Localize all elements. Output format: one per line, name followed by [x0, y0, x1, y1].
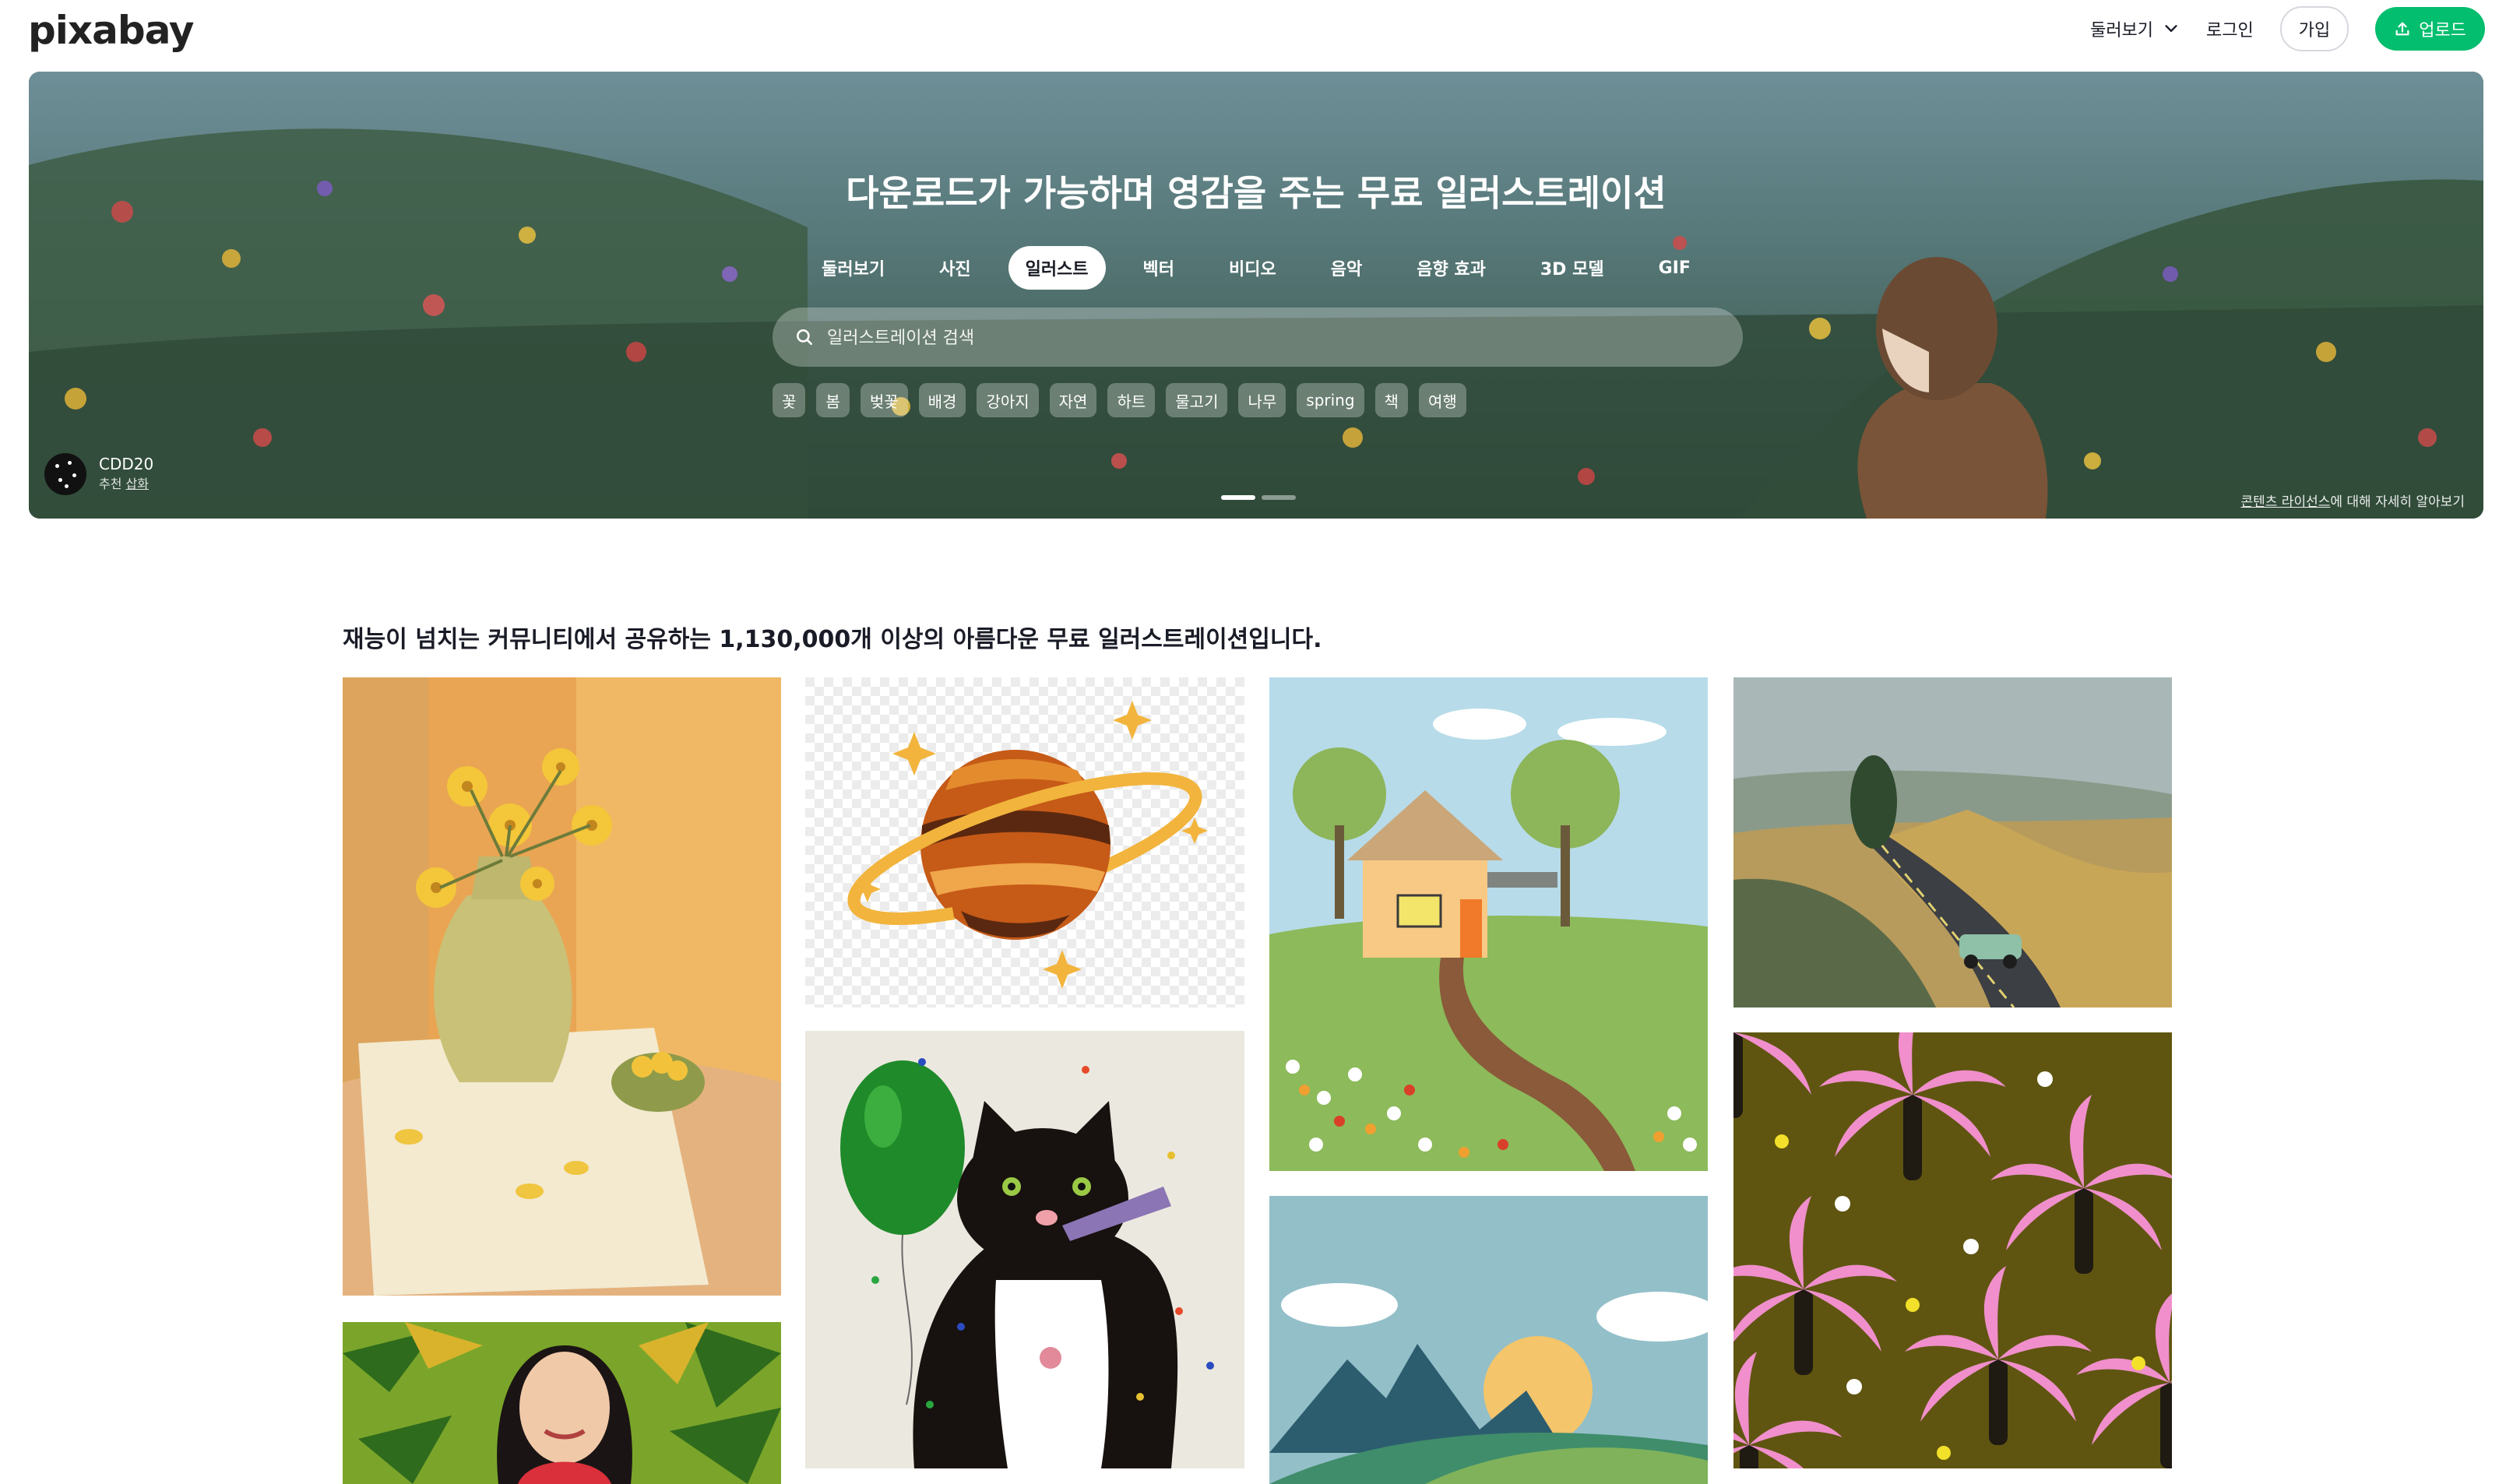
countryside-house-illustration [1269, 677, 1708, 1171]
tab-photos[interactable]: 사진 [922, 246, 987, 290]
license-note: 콘텐츠 라이선스에 대해 자세히 알아보기 [2240, 491, 2465, 510]
planet-illustration [805, 677, 1244, 1008]
upload-button[interactable]: 업로드 [2375, 7, 2485, 51]
gallery-item-palm-pattern[interactable] [1733, 1032, 2172, 1468]
search-icon [797, 329, 812, 345]
slide-dot-2[interactable] [1262, 495, 1296, 500]
gallery-item-flower-vase[interactable] [343, 677, 781, 1296]
gallery-item-planet[interactable] [805, 677, 1244, 1008]
tab-gif[interactable]: GIF [1642, 246, 1708, 290]
join-button[interactable]: 가입 [2279, 6, 2349, 51]
search-input[interactable] [825, 308, 1724, 368]
hero-banner: 다운로드가 가능하며 영감을 주는 무료 일러스트레이션 둘러보기 사진 일러스… [29, 72, 2483, 519]
tab-3d-models[interactable]: 3D 모델 [1523, 246, 1621, 290]
tag-chip[interactable]: 나무 [1238, 383, 1286, 417]
tag-chip[interactable]: 책 [1374, 383, 1408, 417]
tag-chip[interactable]: 꽃 [773, 383, 806, 417]
tab-videos[interactable]: 비디오 [1212, 246, 1293, 290]
mountains-sunset-illustration [1269, 1196, 1708, 1484]
gallery-item-cat-balloon[interactable] [805, 1031, 1244, 1468]
gallery-item-mountains-sunset[interactable] [1269, 1196, 1708, 1484]
tab-illustrations[interactable]: 일러스트 [1008, 246, 1106, 290]
media-type-tabs: 둘러보기 사진 일러스트 벡터 비디오 음악 음향 효과 3D 모델 GIF [29, 246, 2483, 290]
tag-chip[interactable]: 배경 [918, 383, 966, 417]
road-landscape-illustration [1733, 677, 2172, 1008]
hero-title: 다운로드가 가능하며 영감을 주는 무료 일러스트레이션 [846, 172, 1667, 214]
tag-chip[interactable]: spring [1297, 383, 1364, 417]
explore-menu[interactable]: 둘러보기 [2090, 16, 2180, 41]
tag-chip[interactable]: 물고기 [1166, 383, 1228, 417]
chevron-down-icon [2165, 25, 2177, 32]
top-nav: 둘러보기 로그인 가입 업로드 [2090, 6, 2485, 51]
flower-vase-illustration [343, 677, 781, 1296]
explore-label: 둘러보기 [2090, 21, 2154, 40]
slide-indicator [1221, 495, 1296, 500]
page-headline: 재능이 넘치는 커뮤니티에서 공유하는 1,130,000개 이상의 아름다운 … [343, 626, 1322, 653]
upload-icon [2395, 22, 2409, 36]
tag-chip[interactable]: 하트 [1107, 383, 1156, 417]
woman-portrait-illustration [343, 1322, 781, 1484]
credit-prefix: 추천 [99, 476, 122, 491]
tab-vectors[interactable]: 벡터 [1126, 246, 1191, 290]
gallery-item-road-landscape[interactable] [1733, 677, 2172, 1008]
tag-chip[interactable]: 여행 [1418, 383, 1466, 417]
license-link[interactable]: 콘텐츠 라이선스 [2240, 494, 2330, 510]
palm-pattern-illustration [1733, 1032, 2172, 1468]
tag-chip[interactable]: 강아지 [977, 383, 1039, 417]
tab-music[interactable]: 음악 [1314, 246, 1379, 290]
license-suffix: 에 대해 자세히 알아보기 [2330, 494, 2465, 510]
suggested-tags: 꽃 봄 벚꽃 배경 강아지 자연 하트 물고기 나무 spring 책 여행 [773, 383, 1466, 417]
credit-subtitle: 추천 삽화 [99, 474, 153, 494]
pixabay-logo[interactable]: pixabay [28, 8, 195, 53]
tag-chip[interactable]: 자연 [1049, 383, 1097, 417]
hero-background-illustration [29, 72, 2483, 519]
credit-username[interactable]: CDD20 [99, 454, 153, 474]
search-bar [773, 308, 1743, 368]
cat-balloon-illustration [805, 1031, 1244, 1468]
slide-dot-1[interactable] [1221, 495, 1255, 500]
tab-explore[interactable]: 둘러보기 [804, 246, 902, 290]
top-bar: pixabay 둘러보기 로그인 가입 업로드 [0, 0, 2513, 72]
avatar[interactable] [44, 453, 86, 495]
login-link[interactable]: 로그인 [2206, 16, 2254, 41]
hero-credit: CDD20 추천 삽화 [44, 453, 153, 495]
tag-chip[interactable]: 벚꽃 [860, 383, 908, 417]
tab-sound-effects[interactable]: 음향 효과 [1399, 246, 1503, 290]
gallery-item-woman-portrait[interactable] [343, 1322, 781, 1484]
gallery-item-countryside-house[interactable] [1269, 677, 1708, 1171]
upload-label: 업로드 [2419, 21, 2466, 40]
tag-chip[interactable]: 봄 [816, 383, 850, 417]
credit-category-link[interactable]: 삽화 [126, 476, 149, 491]
credit-text: CDD20 추천 삽화 [99, 454, 153, 494]
